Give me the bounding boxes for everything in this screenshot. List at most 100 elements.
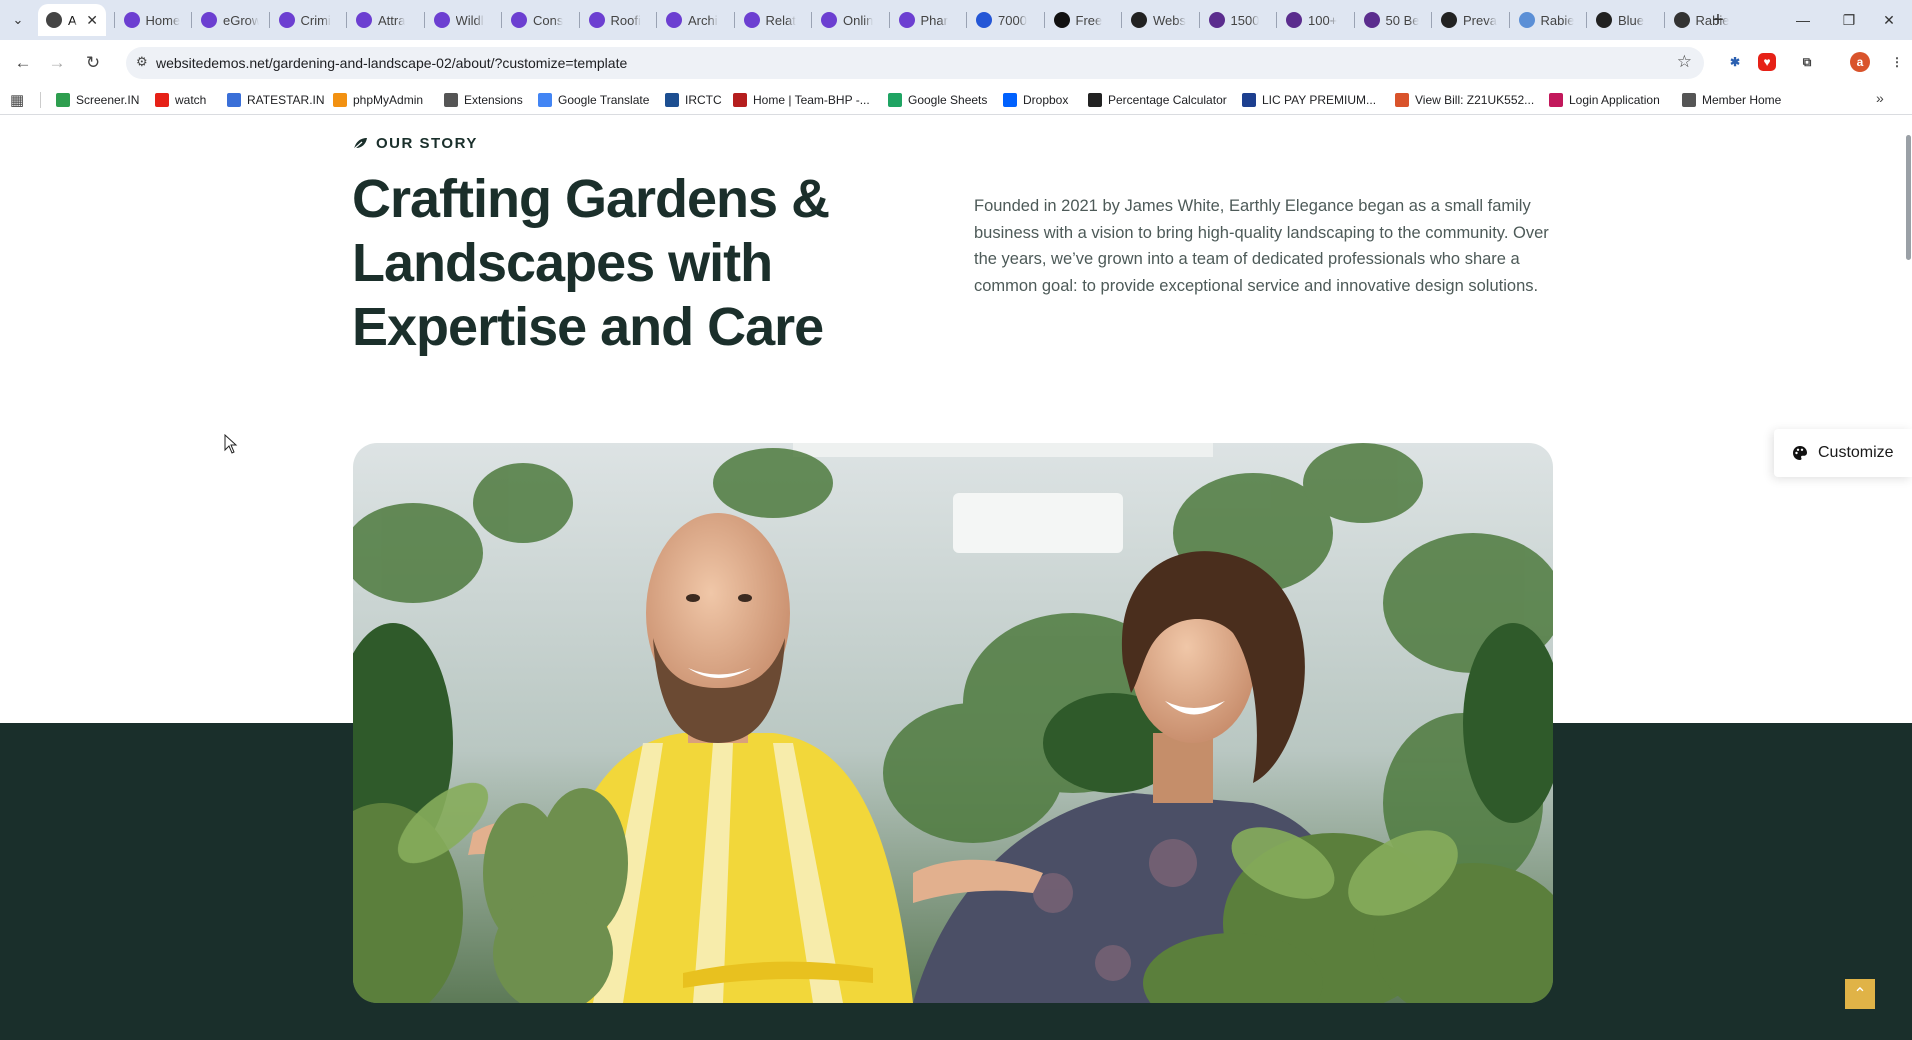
scroll-to-top-button[interactable]: ⌃ xyxy=(1845,979,1875,1009)
tab-title: Wildl xyxy=(455,12,484,28)
tab-close-icon[interactable]: ✕ xyxy=(86,12,98,29)
tab-title: Rabie xyxy=(1540,12,1575,28)
browser-tab[interactable]: Free xyxy=(1046,4,1120,36)
section-eyebrow: OUR STORY xyxy=(353,135,478,152)
address-bar[interactable]: ⚙ websitedemos.net/gardening-and-landsca… xyxy=(126,47,1704,79)
apps-grid-icon[interactable]: ▦ xyxy=(10,91,24,109)
browser-tab[interactable]: Blue xyxy=(1588,4,1662,36)
customize-button[interactable]: Customize xyxy=(1774,429,1912,477)
eyebrow-text: OUR STORY xyxy=(376,135,478,152)
browser-tab[interactable]: 50 Be xyxy=(1356,4,1430,36)
bookmarks-bar: ▦ Screener.IN watch RATESTAR.IN phpMyAdmin E… xyxy=(0,86,1912,115)
bookmark-item[interactable]: Screener.IN xyxy=(56,90,139,110)
bookmark-item[interactable]: Percentage Calculator xyxy=(1088,90,1227,110)
phpmyadmin-icon xyxy=(333,93,347,107)
bookmark-label: Member Home xyxy=(1702,93,1782,107)
bookmark-item[interactable]: Home | Team-BHP -... xyxy=(733,90,870,110)
sheets-icon xyxy=(888,93,902,107)
browser-tab[interactable]: Relat xyxy=(736,4,810,36)
window-close-button[interactable]: ✕ xyxy=(1866,0,1912,40)
tab-divider xyxy=(1353,12,1355,28)
bookmark-item[interactable]: phpMyAdmin xyxy=(333,90,423,110)
wikipedia-icon xyxy=(1596,12,1612,28)
openai-icon xyxy=(1673,12,1690,28)
irctc-icon xyxy=(665,93,679,107)
bookmark-label: View Bill: Z21UK552... xyxy=(1415,93,1535,107)
tab-title: Cons xyxy=(533,12,564,28)
bookmark-label: phpMyAdmin xyxy=(353,93,424,107)
browser-tab[interactable]: Webs xyxy=(1123,4,1197,36)
new-tab-button[interactable]: + xyxy=(1704,6,1732,34)
astra-icon xyxy=(356,12,372,28)
browser-menu-icon[interactable]: ⋮ xyxy=(1884,49,1910,75)
browser-tab[interactable]: eGrow xyxy=(193,4,267,36)
extensions-puzzle-icon[interactable]: ⧉ xyxy=(1794,49,1820,75)
tab-divider xyxy=(888,12,890,28)
browser-tab[interactable]: Preva xyxy=(1433,4,1507,36)
bookmark-item[interactable]: View Bill: Z21UK552... xyxy=(1395,90,1534,110)
site-info-icon[interactable]: ⚙ xyxy=(136,54,148,70)
tab-title: Roofi xyxy=(610,12,641,28)
browser-tab[interactable]: Roofi xyxy=(581,4,655,36)
url-text[interactable]: websitedemos.net/gardening-and-landscape… xyxy=(156,55,627,71)
browser-tab[interactable]: Phar xyxy=(891,4,965,36)
tab-title: 1500 xyxy=(1230,12,1260,28)
browser-tab[interactable]: 1500 xyxy=(1201,4,1275,36)
star-burst-icon xyxy=(227,93,241,107)
bookmark-item[interactable]: IRCTC xyxy=(665,90,722,110)
bookmark-item[interactable]: watch xyxy=(155,90,206,110)
tab-search-icon[interactable]: ⌄ xyxy=(6,8,30,32)
browser-tab[interactable]: Wildl xyxy=(426,4,500,36)
bookmark-item[interactable]: Google Translate xyxy=(538,90,649,110)
browser-tab[interactable]: Onlin xyxy=(813,4,887,36)
bookmark-item[interactable]: Google Sheets xyxy=(888,90,987,110)
tab-divider xyxy=(811,12,812,28)
browser-tab[interactable]: Crimi xyxy=(271,4,345,36)
bookmark-label: LIC PAY PREMIUM... xyxy=(1262,93,1377,107)
bookmark-star-icon[interactable]: ☆ xyxy=(1677,52,1692,72)
bookmark-item[interactable]: Dropbox xyxy=(1003,90,1068,110)
browser-tab[interactable]: Rabie xyxy=(1511,4,1585,36)
tab-divider xyxy=(501,12,502,28)
tab-strip: ⌄ A ✕ Home eGrow Crimi Attra Wildl Cons Roofi Arc… xyxy=(0,0,1912,40)
extension-shield-icon[interactable]: ♥ xyxy=(1758,53,1776,71)
reload-icon[interactable]: ↻ xyxy=(78,48,108,78)
tab-divider xyxy=(1663,12,1665,28)
browser-tab[interactable]: 7000 xyxy=(968,4,1042,36)
browser-tab[interactable]: Archi xyxy=(658,4,732,36)
w-square-icon xyxy=(976,12,992,28)
page-title: Crafting Gardens & Landscapes with Exper… xyxy=(352,169,830,357)
bookmark-item[interactable]: RATESTAR.IN xyxy=(227,90,325,110)
tab-divider xyxy=(1276,12,1277,28)
bookmark-item[interactable]: LIC PAY PREMIUM... xyxy=(1242,90,1376,110)
tab-divider xyxy=(1508,12,1510,28)
story-paragraph: Founded in 2021 by James White, Earthly … xyxy=(974,197,1549,295)
leaf-icon xyxy=(353,138,367,150)
browser-tab[interactable]: Cons xyxy=(503,4,577,36)
tab-divider xyxy=(1198,12,1200,28)
youtube-icon xyxy=(155,93,169,107)
browser-tab[interactable]: Attra xyxy=(348,4,422,36)
forward-arrow-icon[interactable]: → xyxy=(42,48,72,78)
browser-tab[interactable]: A ✕ xyxy=(38,4,106,36)
browser-tab[interactable]: 100+ xyxy=(1278,4,1352,36)
more-bookmarks-icon[interactable]: » xyxy=(1876,90,1884,106)
bookmarks-divider xyxy=(40,92,41,108)
tab-title: 50 Be xyxy=(1385,12,1420,28)
bookmark-item[interactable]: Extensions xyxy=(444,90,523,110)
tab-divider xyxy=(1043,12,1045,28)
profile-avatar[interactable]: a xyxy=(1850,52,1870,72)
extension-globe-icon[interactable]: ✱ xyxy=(1722,49,1748,75)
tab-title: eGrow xyxy=(223,12,259,28)
tab-title: Blue xyxy=(1618,12,1645,28)
mouse-cursor-icon xyxy=(224,434,238,454)
tab-title: Crimi xyxy=(300,12,331,28)
bookmark-item[interactable]: Login Application xyxy=(1549,90,1660,110)
purple-square-icon xyxy=(1208,12,1225,28)
tab-divider xyxy=(346,12,347,28)
bookmark-item[interactable]: Member Home xyxy=(1682,90,1781,110)
minimize-button[interactable]: — xyxy=(1780,0,1826,40)
back-arrow-icon[interactable]: ← xyxy=(8,48,38,78)
browser-tab[interactable]: Home xyxy=(116,4,190,36)
page-scrollbar[interactable] xyxy=(1906,135,1911,260)
